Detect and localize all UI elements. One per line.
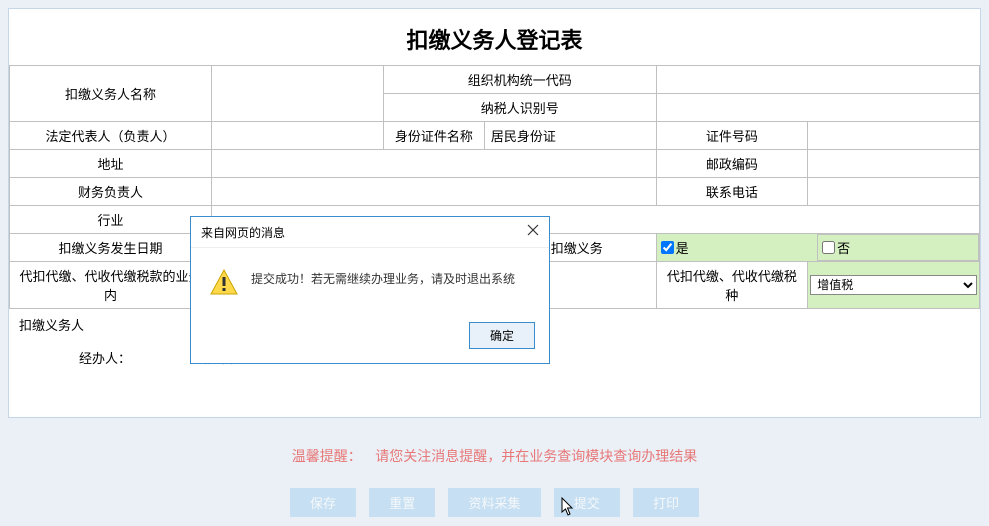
label-tax-type: 代扣代缴、代收代缴税种 — [656, 262, 808, 309]
option-no[interactable]: 否 — [822, 238, 850, 257]
dialog-titlebar: 来自网页的消息 — [191, 217, 549, 248]
label-postcode: 邮政编码 — [656, 150, 808, 178]
btn-reset[interactable]: 重置 — [369, 488, 435, 517]
value-tax-id[interactable] — [656, 94, 979, 122]
label-address: 地址 — [10, 150, 212, 178]
option-no-label: 否 — [837, 238, 850, 257]
value-id-number[interactable] — [808, 122, 980, 150]
label-contact-phone: 联系电话 — [656, 178, 808, 206]
label-finance-head: 财务负责人 — [10, 178, 212, 206]
label-duty-content: 代扣代缴、代收代缴税款的业务内 — [10, 262, 212, 309]
label-industry: 行业 — [10, 206, 212, 234]
option-yes-label: 是 — [676, 238, 689, 257]
value-legal-rep[interactable] — [212, 122, 384, 150]
value-id-doc[interactable]: 居民身份证 — [484, 122, 656, 150]
value-agent-name[interactable] — [212, 66, 384, 122]
dialog-body: 提交成功！若无需继续办理业务，请及时退出系统 — [191, 248, 549, 314]
label-duty-date: 扣缴义务发生日期 — [10, 234, 212, 262]
close-icon[interactable] — [527, 223, 539, 241]
select-tax-type[interactable]: 增值税 — [810, 275, 977, 295]
tip-text: 请您关注消息提醒，并在业务查询模块查询办理结果 — [375, 450, 697, 465]
warning-icon — [209, 268, 239, 300]
tip-row: 温馨提醒： 请您关注消息提醒，并在业务查询模块查询办理结果 — [0, 446, 989, 466]
value-address[interactable] — [212, 150, 657, 178]
btn-collect[interactable]: 资料采集 — [448, 488, 540, 517]
btn-print[interactable]: 打印 — [633, 488, 699, 517]
label-org-code: 组织机构统一代码 — [383, 66, 656, 94]
label-legal-rep: 法定代表人（负责人） — [10, 122, 212, 150]
tip-label: 温馨提醒： — [292, 450, 362, 465]
checkbox-yes[interactable] — [661, 241, 674, 254]
label-id-doc: 身份证件名称 — [383, 122, 484, 150]
btn-save[interactable]: 保存 — [290, 488, 356, 517]
checkbox-no[interactable] — [822, 241, 835, 254]
label-agent-name: 扣缴义务人名称 — [10, 66, 212, 122]
button-bar: 保存 重置 资料采集 提交 打印 — [0, 488, 989, 517]
value-contact-phone[interactable] — [808, 178, 980, 206]
value-org-code[interactable] — [656, 66, 979, 94]
label-tax-id: 纳税人识别号 — [383, 94, 656, 122]
dialog-message: 提交成功！若无需继续办理业务，请及时退出系统 — [251, 270, 515, 289]
value-finance-head[interactable] — [212, 178, 657, 206]
ok-button[interactable]: 确定 — [469, 322, 535, 349]
concurrent-duty-options: 是 否 — [656, 234, 979, 262]
dialog-title-text: 来自网页的消息 — [201, 224, 285, 241]
footer: 温馨提醒： 请您关注消息提醒，并在业务查询模块查询办理结果 保存 重置 资料采集… — [0, 446, 989, 517]
page-title: 扣缴义务人登记表 — [9, 9, 980, 65]
option-yes[interactable]: 是 — [661, 238, 689, 257]
dialog-footer: 确定 — [191, 314, 549, 363]
label-id-number: 证件号码 — [656, 122, 808, 150]
cursor-icon — [561, 497, 577, 521]
message-dialog: 来自网页的消息 提交成功！若无需继续办理业务，请及时退出系统 确定 — [190, 216, 550, 364]
value-postcode[interactable] — [808, 150, 980, 178]
handler-label: 经办人： — [79, 348, 131, 367]
tax-type-cell: 增值税 — [808, 262, 980, 309]
